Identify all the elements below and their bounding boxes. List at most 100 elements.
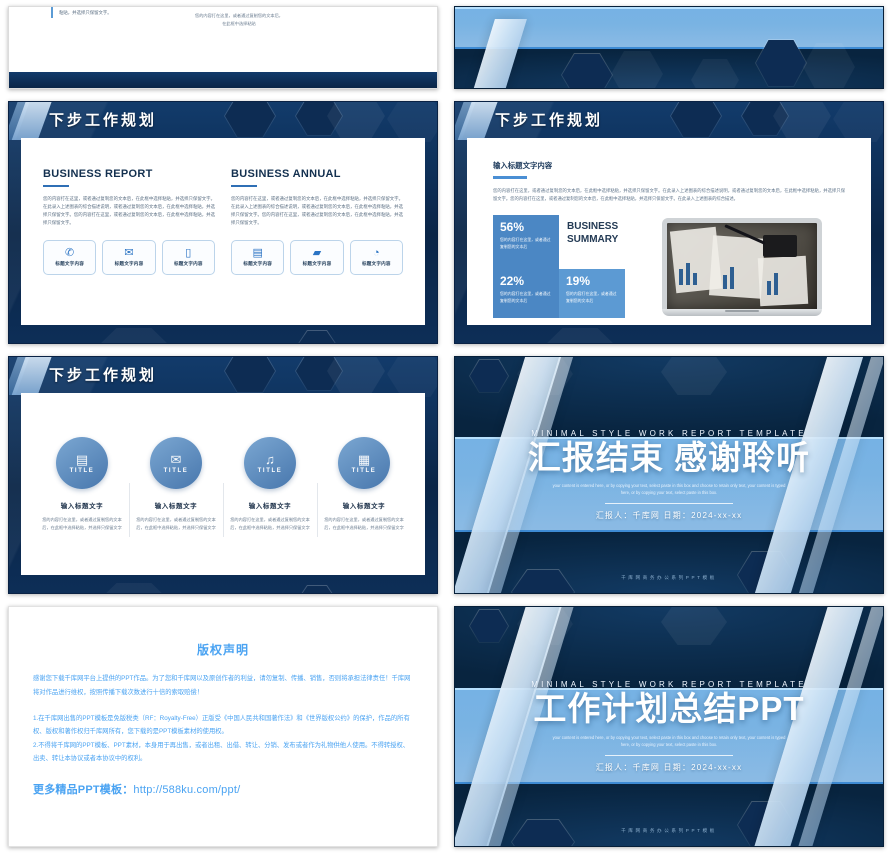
feature-button-mobile-share[interactable]: ▯ 标题文字内容: [161, 239, 215, 275]
stats-row-top: 56% 您的内容打在这里，或者通过复制您的文本后 BUSINESS SUMMAR…: [493, 215, 625, 270]
copyright-intro: 感谢您下载千库网平台上提供的PPT作品。为了您和千库网以及原创作者的利益，请勿复…: [33, 675, 411, 696]
slide-thank-you[interactable]: MINIMAL STYLE WORK REPORT TEMPLATE 汇报结束 …: [454, 356, 884, 594]
heading-underline: [43, 185, 69, 187]
summary-title: BUSINESS SUMMARY: [567, 221, 619, 245]
slide-business-summary[interactable]: 下步工作规划 输入标题文字内容 您的内容打在这里，或者通过复制您的文本后，在此框…: [454, 101, 884, 344]
slide-cell-partial-left[interactable]: 您的内容打在这里，或者通过复制您的文本后，在此框中选择粘贴，并选择只保留文字。 …: [0, 0, 446, 95]
slide-partial-cover[interactable]: [454, 6, 884, 89]
copyright-url-label: 更多精品PPT模板：: [33, 783, 134, 796]
business-column-annual: BUSINESS ANNUAL 您的内容打在这里，或者通过复制您的文本后，在此框…: [231, 168, 403, 275]
stat-caption: 您的内容打在这里，或者通过复制您的文本后: [500, 291, 551, 303]
chat-bubbles-icon: ▰: [312, 246, 322, 259]
stat-card-22: 22% 您的内容打在这里，或者通过复制您的文本后: [493, 269, 559, 319]
slide-thumbnail-grid: 您的内容打在这里，或者通过复制您的文本后，在此框中选择粘贴，并选择只保留文字。 …: [0, 0, 892, 853]
slide-body-panel: BUSINESS REPORT 您的内容打在这里，或者通过复制您的文本后，在此框…: [21, 138, 425, 325]
slide-cell-summary[interactable]: 下步工作规划 输入标题文字内容 您的内容打在这里，或者通过复制您的文本后，在此框…: [446, 95, 892, 350]
slide-header-bar: 下步工作规划: [455, 102, 883, 140]
hexagon-outline-icon: [297, 330, 337, 343]
stat-value: 22%: [500, 274, 525, 289]
slide-copyright[interactable]: 版权声明 感谢您下载千库网平台上提供的PPT作品。为了您和千库网以及原创作者的利…: [8, 606, 438, 847]
cover-eyebrow: MINIMAL STYLE WORK REPORT TEMPLATE: [531, 680, 807, 690]
feature-button-phone[interactable]: ✆ 标题文字内容: [43, 239, 97, 275]
feature-button-clock24[interactable]: ◔ 标题文字内容: [349, 239, 403, 275]
stat-card-56: 56% 您的内容打在这里，或者通过复制您的文本后: [493, 215, 559, 270]
feature-button-chat[interactable]: ▰ 标题文字内容: [290, 239, 344, 275]
news-article-icon: ▦: [357, 451, 371, 467]
slide-business-report[interactable]: 下步工作规划 BUSINESS REPORT 您的内容打在这里，或者通过复制您的…: [8, 101, 438, 344]
heading-underline: [493, 176, 527, 179]
column-heading: BUSINESS ANNUAL: [231, 168, 341, 180]
feature-text: 您的内容打在这里，或者通过复制您的文本后，在此框中选择粘贴，并选择只保留文字: [136, 517, 216, 530]
cover-title: 汇报结束 感谢聆听: [527, 438, 811, 476]
feature-item-database[interactable]: ▤ TITLE 输入标题文字 您的内容打在这里，或者通过复制您的文本后，在此框中…: [35, 437, 129, 532]
stats-block: 56% 您的内容打在这里，或者通过复制您的文本后 BUSINESS SUMMAR…: [493, 215, 625, 319]
slide-cell-thanks[interactable]: MINIMAL STYLE WORK REPORT TEMPLATE 汇报结束 …: [446, 350, 892, 600]
slide-cell-business[interactable]: 下步工作规划 BUSINESS REPORT 您的内容打在这里，或者通过复制您的…: [0, 95, 446, 350]
database-icon: ▤: [75, 451, 89, 467]
page-title: 下步工作规划: [495, 112, 604, 129]
feature-title: 输入标题文字: [154, 503, 198, 510]
hexagon-fill-icon: [99, 583, 169, 593]
clock-24-icon: ◔: [372, 246, 380, 259]
laptop-image: [639, 215, 845, 318]
laptop-screen: [662, 217, 822, 309]
slide-four-features[interactable]: 下步工作规划 ▤ TITLE 输入标题文字 您的内容打在这里，或者通过复制您的文…: [8, 356, 438, 594]
stat-caption: 您的内容打在这里，或者通过复制您的文本后: [500, 237, 551, 249]
feature-circle: ▤ TITLE: [56, 437, 108, 489]
stats-row-bottom: 22% 您的内容打在这里，或者通过复制您的文本后 19% 您的内容打在这里，或者…: [493, 269, 625, 319]
laptop-graphic: [662, 217, 822, 316]
business-columns: BUSINESS REPORT 您的内容打在这里，或者通过复制您的文本后，在此框…: [21, 138, 425, 275]
circle-badge: TITLE: [351, 467, 377, 474]
feature-circle: ♫ TITLE: [244, 437, 296, 489]
stat-card-19: 19% 您的内容打在这里，或者通过复制您的文本后: [559, 269, 625, 319]
summary-body: 56% 您的内容打在这里，或者通过复制您的文本后 BUSINESS SUMMAR…: [493, 215, 845, 319]
cover-title: 工作计划总结PPT: [533, 690, 805, 728]
feature-button-label: 标题文字内容: [302, 260, 332, 266]
feature-circle: ▦ TITLE: [338, 437, 390, 489]
feature-item-envelope[interactable]: ✉ TITLE 输入标题文字 您的内容打在这里，或者通过复制您的文本后，在此框中…: [129, 437, 223, 537]
copyright-title: 版权声明: [196, 643, 249, 657]
copyright-content: 版权声明 感谢您下载千库网平台上提供的PPT作品。为了您和千库网以及原创作者的利…: [9, 607, 437, 797]
feature-text: 您的内容打在这里，或者通过复制您的文本后，在此框中选择粘贴，并选择只保留文字: [42, 517, 122, 530]
stat-caption: 您的内容打在这里，或者通过复制您的文本后: [566, 291, 617, 303]
copyright-clause-1: 1.在千库网出售的PPT模板是免版税类（RF：Royalty-Free）正版受《…: [33, 715, 410, 736]
page-title: 下步工作规划: [49, 112, 158, 129]
copyright-url-line[interactable]: 更多精品PPT模板：http://588ku.com/ppt/: [33, 781, 413, 797]
button-row: ✆ 标题文字内容 ✉ 标题文字内容 ▯ 标题文字内容: [43, 239, 215, 275]
phone-ring-icon: ✆: [65, 246, 75, 259]
circle-badge: TITLE: [257, 467, 283, 474]
button-row: ▤ 标题文字内容 ▰ 标题文字内容 ◔ 标题文字内容: [231, 239, 403, 275]
feature-item-music[interactable]: ♫ TITLE 输入标题文字 您的内容打在这里，或者通过复制您的文本后，在此框中…: [223, 437, 317, 537]
feature-button-label: 标题文字内容: [114, 260, 144, 266]
heading-underline: [231, 185, 257, 187]
mobile-share-icon: ▯: [185, 246, 192, 259]
feature-button-label: 标题文字内容: [243, 260, 273, 266]
hexagon-fill-icon: [99, 328, 169, 343]
partial-cover-dark: [455, 49, 883, 88]
slide-cell-cover[interactable]: MINIMAL STYLE WORK REPORT TEMPLATE 工作计划总…: [446, 600, 892, 853]
slide-cell-circles[interactable]: 下步工作规划 ▤ TITLE 输入标题文字 您的内容打在这里，或者通过复制您的文…: [0, 350, 446, 600]
copyright-url[interactable]: http://588ku.com/ppt/: [133, 784, 240, 796]
partial-right-text: 中选择粘贴: [297, 6, 367, 7]
slide-cell-partial-right[interactable]: [446, 0, 892, 95]
stat-value: 56%: [500, 220, 525, 235]
partial-quote-text: 您的内容打在这里，或者通过复制您的文本后，在此框中选择粘贴，并选择只保留文字。: [51, 7, 179, 18]
feature-text: 您的内容打在这里，或者通过复制您的文本后，在此框中选择粘贴，并选择只保留文字: [230, 517, 310, 530]
feature-button-label: 标题文字内容: [173, 260, 203, 266]
feature-button-envelope[interactable]: ✉ 标题文字内容: [102, 239, 156, 275]
cover-subtitle: your content is entered here, or by copy…: [552, 734, 786, 747]
partial-center-title: 请输入标题: [194, 6, 284, 7]
feature-button-label: 标题文字内容: [55, 260, 85, 266]
slide-cell-copyright[interactable]: 版权声明 感谢您下载千库网平台上提供的PPT作品。为了您和千库网以及原创作者的利…: [0, 600, 446, 853]
slide-header-bar: 下步工作规划: [9, 102, 437, 140]
feature-title: 输入标题文字: [248, 503, 292, 510]
feature-item-news[interactable]: ▦ TITLE 输入标题文字 您的内容打在这里，或者通过复制您的文本后，在此框中…: [317, 437, 411, 537]
feature-button-contact-book[interactable]: ▤ 标题文字内容: [231, 239, 285, 275]
slide-main-cover[interactable]: MINIMAL STYLE WORK REPORT TEMPLATE 工作计划总…: [454, 606, 884, 847]
cover-subtitle: your content is entered here, or by copy…: [552, 483, 786, 496]
laptop-base: [662, 308, 822, 316]
slide-partial-content[interactable]: 您的内容打在这里，或者通过复制您的文本后，在此框中选择粘贴，并选择只保留文字。 …: [8, 6, 438, 89]
copyright-clause-2: 2.不得将千库网的PPT模板、PPT素材，本身用于再出售，或者出租、出借、转让、…: [33, 741, 410, 762]
summary-heading: 输入标题文字内容: [493, 161, 553, 170]
cover-eyebrow: MINIMAL STYLE WORK REPORT TEMPLATE: [531, 428, 807, 438]
